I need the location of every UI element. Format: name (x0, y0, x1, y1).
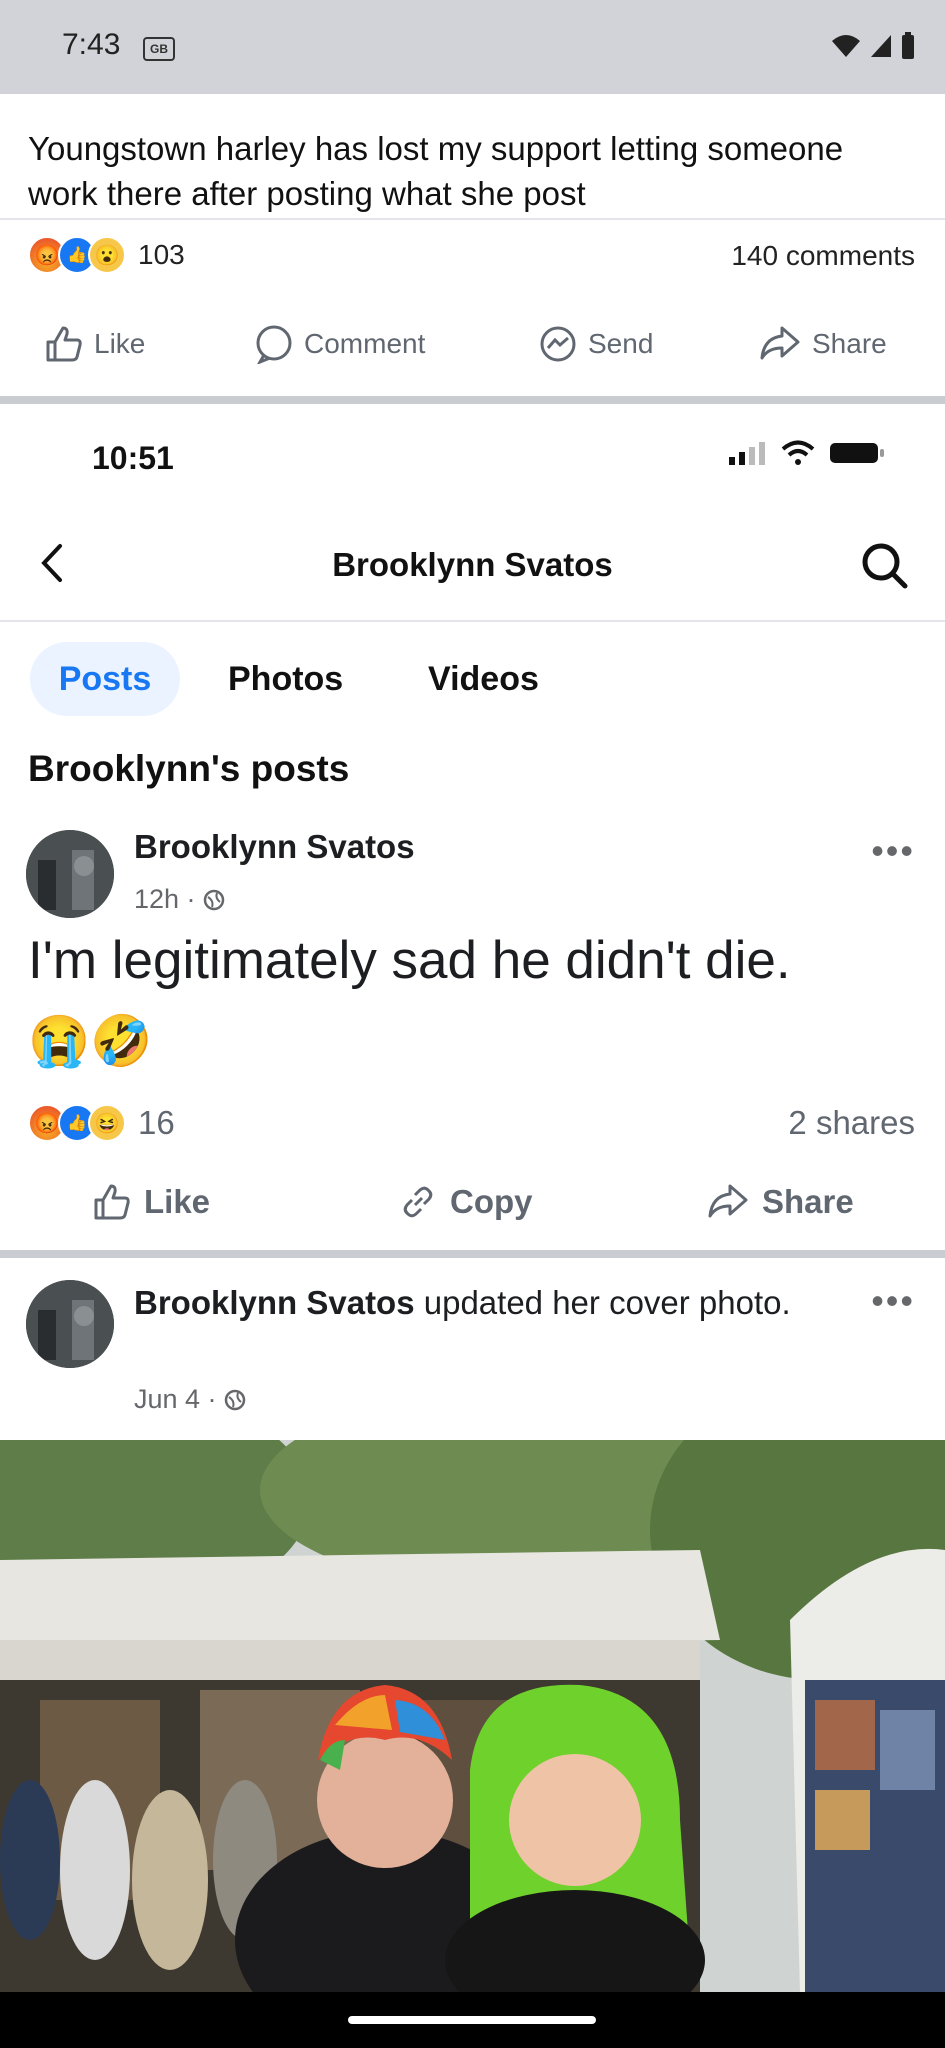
data-saver-badge: GB (143, 37, 175, 61)
shares-count[interactable]: 2 shares (788, 1104, 915, 1142)
like-label: Like (94, 328, 146, 359)
reactions-summary[interactable]: 😡 👍 😮 103 (28, 236, 185, 274)
avatar[interactable] (26, 830, 114, 918)
wifi-icon (781, 440, 815, 465)
reaction-count: 16 (138, 1104, 175, 1141)
send-label: Send (588, 328, 654, 359)
like-button[interactable]: Like (44, 324, 145, 364)
reactions-summary[interactable]: 😡 👍 😆 16 (28, 1104, 175, 1142)
post-author[interactable]: Brooklynn Svatos (134, 1284, 415, 1321)
more-options-icon[interactable]: ••• (871, 830, 915, 872)
search-icon (862, 543, 908, 589)
home-gesture-handle[interactable] (348, 2016, 596, 2024)
like-label: Like (144, 1183, 211, 1220)
haha-reaction-icon: 😆 (88, 1104, 126, 1142)
post-header-text: Brooklynn Svatos updated her cover photo… (134, 1280, 814, 1326)
post-author[interactable]: Brooklynn Svatos (134, 828, 415, 866)
globe-icon (203, 889, 225, 911)
wow-reaction-icon: 😮 (88, 236, 126, 274)
reaction-count: 103 (138, 239, 185, 270)
like-button[interactable]: Like (92, 1182, 210, 1222)
post-text: I'm legitimately sad he didn't die. (28, 931, 791, 990)
post-text: Youngstown harley has lost my support le… (28, 130, 844, 212)
thumbs-up-icon (46, 326, 82, 362)
profile-title: Brooklynn Svatos (332, 546, 613, 583)
inner-status-icons (727, 440, 885, 466)
post-meta: 12h · (134, 884, 225, 915)
divider (0, 620, 945, 622)
globe-icon (224, 1389, 246, 1411)
cover-photo[interactable] (0, 1440, 945, 1992)
tab-videos[interactable]: Videos (428, 642, 539, 716)
send-button[interactable]: Send (538, 324, 653, 364)
cell-signal-icon (871, 35, 891, 57)
inner-status-time: 10:51 (92, 440, 174, 476)
comment-button[interactable]: Comment (254, 324, 425, 364)
signal-bars-icon (729, 442, 765, 465)
post-meta: Jun 4 · (134, 1384, 246, 1415)
more-options-icon[interactable]: ••• (871, 1280, 915, 1322)
messenger-icon (540, 326, 576, 362)
post-actions: Like Copy Share (0, 1176, 945, 1236)
share-button[interactable]: Share (758, 324, 887, 364)
section-separator (0, 1250, 945, 1258)
battery-icon (902, 32, 914, 59)
wifi-icon (832, 35, 860, 57)
divider (0, 218, 945, 220)
share-label: Share (762, 1183, 854, 1220)
comments-count[interactable]: 140 comments (731, 240, 915, 272)
share-button[interactable]: Share (706, 1182, 854, 1222)
thumbs-up-icon (94, 1184, 130, 1220)
post-action-text: updated her cover photo. (414, 1284, 791, 1321)
section-heading: Brooklynn's posts (28, 748, 350, 789)
share-label: Share (812, 328, 887, 359)
search-button[interactable] (859, 540, 909, 590)
post-actions: Like Comment Send Share (0, 320, 945, 370)
post-timestamp: 12h · (134, 884, 196, 914)
section-separator (0, 396, 945, 404)
status-time: 7:43 (62, 28, 121, 61)
comment-icon (256, 325, 292, 364)
comment-label: Comment (304, 328, 426, 359)
battery-icon (830, 443, 884, 463)
share-icon (760, 326, 800, 360)
status-bar (0, 0, 945, 94)
share-icon (708, 1184, 748, 1218)
post-emoji: 😭🤣 (28, 1013, 153, 1069)
tab-posts[interactable]: Posts (30, 642, 180, 716)
copy-label: Copy (450, 1183, 533, 1220)
tab-photos[interactable]: Photos (228, 642, 343, 716)
copy-button[interactable]: Copy (398, 1182, 533, 1222)
avatar[interactable] (26, 1280, 114, 1368)
status-icons (831, 28, 915, 64)
post-timestamp: Jun 4 · (134, 1384, 217, 1414)
link-icon (403, 1186, 433, 1218)
